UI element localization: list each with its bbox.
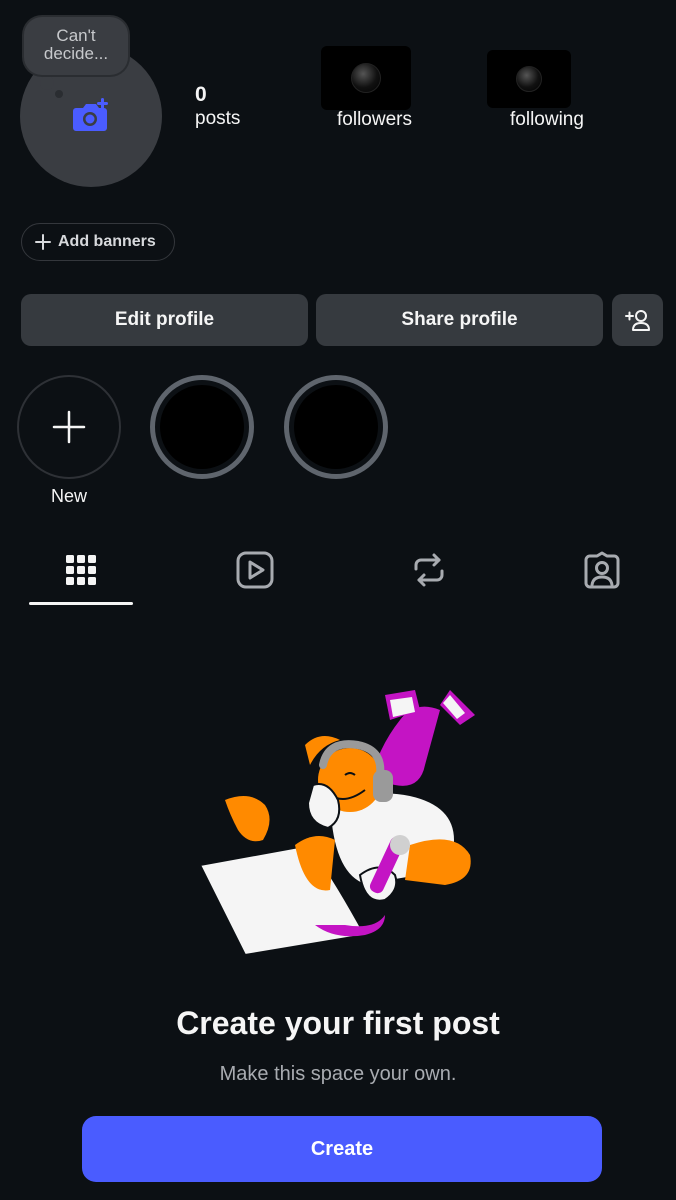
note-bubble-tail <box>40 76 54 90</box>
empty-state-subtitle: Make this space your own. <box>219 1063 457 1085</box>
note-bubble-tail-small <box>55 90 63 98</box>
active-tab-indicator <box>29 602 133 605</box>
new-highlight-label: New <box>50 486 87 506</box>
camera-add-icon <box>73 98 108 131</box>
posts-count: 0 <box>195 83 207 106</box>
note-bubble[interactable]: Can't decide... <box>24 17 128 75</box>
tagged-icon <box>584 551 620 589</box>
profile-page: Can't decide... 0 posts followers follow… <box>0 0 676 1200</box>
share-profile-button[interactable]: Share profile <box>316 294 603 346</box>
empty-state-title: Create your first post <box>176 1005 500 1041</box>
tab-reposts[interactable] <box>407 548 451 592</box>
tab-reels[interactable] <box>233 548 277 592</box>
plus-icon <box>52 410 86 444</box>
tab-tagged[interactable] <box>580 548 624 592</box>
note-text: Can't decide... <box>43 26 109 63</box>
followers-label: followers <box>337 109 412 130</box>
followers-stat[interactable]: followers <box>337 108 412 132</box>
add-person-icon <box>624 310 650 331</box>
add-banners-button[interactable]: Add banners <box>21 223 175 261</box>
highlight-item[interactable] <box>284 375 388 479</box>
following-stat[interactable]: following <box>510 108 584 132</box>
create-post-button[interactable]: Create <box>82 1116 602 1182</box>
new-highlight-button[interactable] <box>17 375 121 479</box>
create-post-illustration <box>198 690 475 957</box>
highlight-cover <box>294 385 378 469</box>
grid-icon <box>66 555 96 585</box>
following-label: following <box>510 109 584 130</box>
highlight-cover <box>160 385 244 469</box>
plus-icon <box>35 234 51 250</box>
posts-label: posts <box>195 108 241 129</box>
highlight-item[interactable] <box>150 375 254 479</box>
reels-icon <box>236 551 274 589</box>
posts-stat[interactable]: 0 posts <box>195 83 240 131</box>
discover-people-button[interactable] <box>612 294 663 346</box>
tab-grid[interactable] <box>59 548 103 592</box>
repost-icon <box>414 553 444 587</box>
following-count-redacted <box>487 50 571 108</box>
edit-profile-button[interactable]: Edit profile <box>21 294 308 346</box>
add-banners-label: Add banners <box>58 233 156 250</box>
followers-count-redacted <box>321 46 411 110</box>
